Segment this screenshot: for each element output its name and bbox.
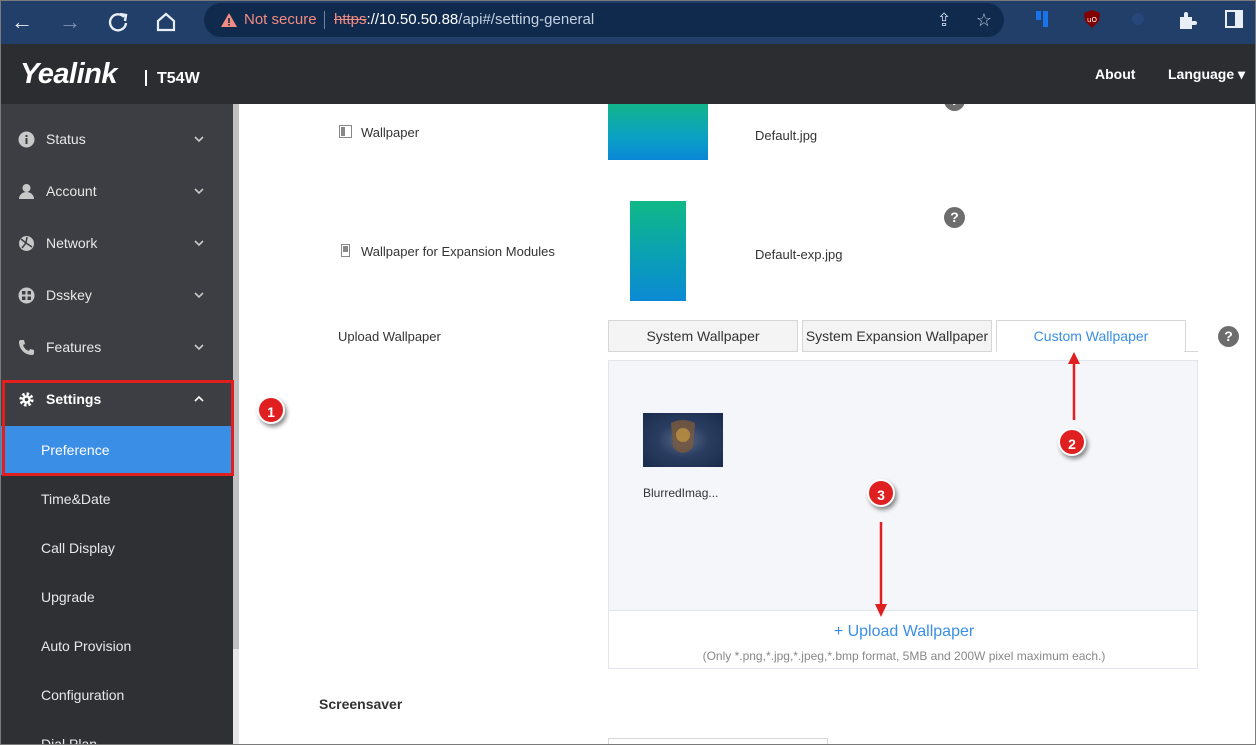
omnibox-divider [324,11,325,29]
expansion-module-icon [341,244,350,257]
upload-hint: (Only *.png,*.jpg,*.jpeg,*.bmp format, 5… [702,649,1106,663]
sidebar-subitem-label: Time&Date [41,491,111,507]
annotation-highlight-box [2,380,234,476]
user-icon [19,184,34,199]
chevron-down-icon [194,292,204,299]
brand-separator [145,70,147,86]
sidebar-item-label: Network [46,235,98,251]
wallpaper-icon [339,125,352,138]
sidebar-subitem-upgrade[interactable]: Upgrade [0,573,233,622]
screensaver-field[interactable] [608,738,828,745]
puzzle-icon[interactable] [1176,9,1198,31]
star-icon[interactable]: ☆ [974,10,994,30]
sidebar-item-label: Dsskey [46,287,92,303]
chevron-down-icon [194,344,204,351]
globe-icon [19,236,34,251]
tab-custom-wallpaper[interactable]: Custom Wallpaper [996,320,1186,352]
back-icon[interactable]: ← [8,8,36,36]
about-link[interactable]: About [1095,66,1135,82]
home-icon[interactable] [152,8,180,36]
tab-system-wallpaper[interactable]: System Wallpaper [608,320,798,352]
tab-system-expansion-wallpaper[interactable]: System Expansion Wallpaper [802,320,992,352]
brand-logo: Yealink [20,58,117,90]
url-text[interactable]: https://10.50.50.88/api#/setting-general [334,11,594,28]
svg-text:uO: uO [1087,16,1097,24]
wallpaper-preview[interactable] [608,104,708,160]
upload-wallpaper-button[interactable]: + Upload Wallpaper (Only *.png,*.jpg,*.j… [608,610,1198,669]
help-icon[interactable]: ? [1218,326,1239,347]
annotation-arrow-up-icon [1068,352,1080,420]
sidebar-item-label: Status [46,131,86,147]
sidebar-item-status[interactable]: Status [0,114,233,166]
expansion-wallpaper-label: Wallpaper for Expansion Modules [361,244,555,259]
main-content: Wallpaper Default.jpg ? Wallpaper for Ex… [239,104,1256,745]
warning-icon [221,13,237,27]
sidebar-subitem-label: Dial Plan [41,736,98,745]
sidebar-subitem-configuration[interactable]: Configuration [0,671,233,720]
annotation-badge-3: 3 [867,479,895,507]
annotation-badge-1: 1 [257,396,285,424]
sidebar-subitem-label: Upgrade [41,589,95,605]
language-dropdown[interactable]: Language ▾ [1168,66,1245,83]
custom-wallpaper-filename: BlurredImag... [643,486,719,500]
url-scheme: https [334,11,367,28]
sidebar-subitem-label: Configuration [41,687,125,703]
chevron-down-icon [194,188,204,195]
sidebar-subitem-label: Call Display [41,540,115,556]
upload-wallpaper-label: Upload Wallpaper [338,329,441,344]
chevron-down-icon [194,240,204,247]
sidebar-item-label: Features [46,339,102,355]
sidebar-subitem-label: Auto Provision [41,638,132,654]
sidebar-item-features[interactable]: Features [0,322,233,374]
sidebar-item-network[interactable]: Network [0,218,233,270]
shield-image [671,420,695,453]
custom-wallpaper-thumbnail[interactable] [643,413,723,467]
annotation-badge-2: 2 [1058,428,1086,456]
sidebar-subitem-dial-plan[interactable]: Dial Plan [0,720,233,745]
not-secure-label: Not secure [244,11,317,28]
help-icon[interactable]: ? [944,104,965,111]
address-bar[interactable]: Not secure https://10.50.50.88/api#/sett… [204,3,1004,37]
chevron-down-icon [194,136,204,143]
tab-baseline [1184,351,1198,352]
sidebar-item-dsskey[interactable]: Dsskey [0,270,233,322]
app-header: Yealink T54W About Language ▾ [0,44,1256,104]
sidebar-subitem-call-display[interactable]: Call Display [0,524,233,573]
phone-icon [19,340,34,355]
browser-toolbar: ← → Not secure https://10.50.50.88/api#/… [0,0,1256,44]
grid-icon [18,287,35,304]
sidebar-subitem-auto-provision[interactable]: Auto Provision [0,622,233,671]
sidebar-subitem-timedate[interactable]: Time&Date [0,475,233,524]
sidepanel-icon[interactable] [1224,9,1244,29]
upload-wallpaper-label: + Upload Wallpaper [833,623,975,640]
url-path: /api#/setting-general [458,11,595,28]
wallpaper-filename: Default.jpg [755,128,818,143]
reload-icon[interactable] [104,8,132,36]
sidebar-item-label: Account [46,183,97,199]
model-name: T54W [157,70,200,87]
url-host: ://10.50.50.88 [366,11,459,28]
forward-icon[interactable]: → [56,8,84,36]
expansion-wallpaper-filename: Default-exp.jpg [755,247,843,262]
screensaver-heading: Screensaver [319,696,403,712]
extension-dim-icon[interactable] [1128,9,1148,29]
help-icon[interactable]: ? [944,207,965,228]
annotation-arrow-down-icon [875,522,887,617]
expansion-wallpaper-preview[interactable] [630,201,686,301]
share-icon[interactable]: ⇪ [934,10,954,30]
ublock-icon[interactable]: uO [1082,9,1102,29]
info-icon [18,131,35,148]
wallpaper-label: Wallpaper [361,125,420,140]
sidebar-item-account[interactable]: Account [0,166,233,218]
extension-blue-icon[interactable] [1034,9,1054,29]
